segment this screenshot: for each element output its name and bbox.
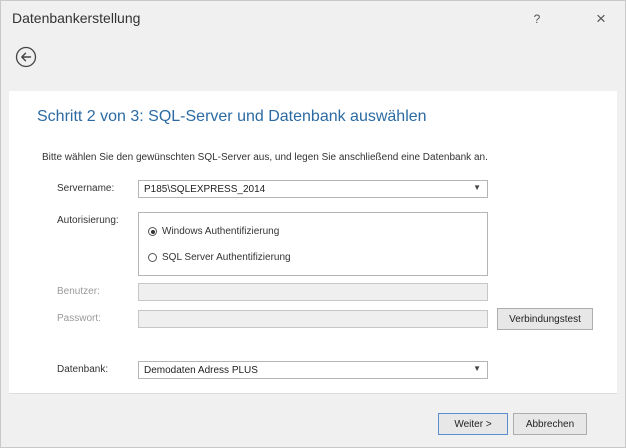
auth-options-box: Windows Authentifizierung SQL Server Aut… — [138, 212, 488, 276]
window-title: Datenbankerstellung — [12, 10, 141, 26]
auth-option-windows[interactable]: Windows Authentifizierung — [148, 226, 279, 237]
server-select[interactable]: P185\SQLEXPRESS_2014 ▼ — [138, 180, 488, 198]
server-label: Servername: — [57, 183, 115, 194]
page-title: Schritt 2 von 3: SQL-Server und Datenban… — [37, 108, 427, 125]
connection-test-button[interactable]: Verbindungstest — [497, 308, 593, 330]
server-value: P185\SQLEXPRESS_2014 — [144, 184, 266, 195]
back-arrow-circle-icon[interactable] — [15, 46, 37, 68]
password-label: Passwort: — [57, 313, 101, 324]
footer-divider — [9, 393, 617, 394]
radio-windows-auth[interactable] — [148, 227, 157, 236]
auth-option-windows-label: Windows Authentifizierung — [162, 226, 280, 237]
next-button[interactable]: Weiter > — [438, 413, 508, 435]
help-icon[interactable]: ? — [523, 7, 551, 31]
intro-text: Bitte wählen Sie den gewünschten SQL-Ser… — [42, 152, 488, 163]
chevron-down-icon: ▼ — [473, 183, 481, 192]
database-label: Datenbank: — [57, 364, 109, 375]
radio-sql-auth[interactable] — [148, 253, 157, 262]
database-select[interactable]: Demodaten Adress PLUS ▼ — [138, 361, 488, 379]
dialog-window: Datenbankerstellung ? × Schritt 2 von 3:… — [0, 0, 626, 448]
close-icon[interactable]: × — [587, 7, 615, 31]
content-panel: Schritt 2 von 3: SQL-Server und Datenban… — [9, 91, 617, 393]
database-value: Demodaten Adress PLUS — [144, 365, 258, 376]
user-field[interactable] — [138, 283, 488, 301]
password-field[interactable] — [138, 310, 488, 328]
auth-option-sql[interactable]: SQL Server Authentifizierung — [148, 252, 291, 263]
user-label: Benutzer: — [57, 286, 100, 297]
title-bar: Datenbankerstellung ? × — [1, 1, 625, 39]
auth-option-sql-label: SQL Server Authentifizierung — [162, 252, 291, 263]
cancel-button[interactable]: Abbrechen — [513, 413, 587, 435]
auth-label: Autorisierung: — [57, 215, 119, 226]
chevron-down-icon: ▼ — [473, 364, 481, 373]
